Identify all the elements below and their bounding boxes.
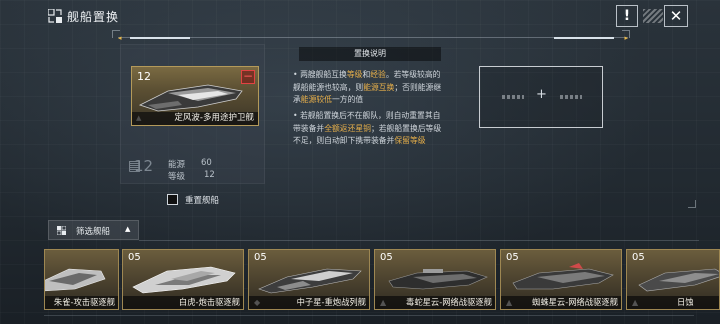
ship-name: 中子星-重炮战列舰	[249, 296, 369, 309]
slot-decoration-right	[560, 95, 582, 99]
level-label: 等级	[168, 172, 186, 182]
ship-name: 日蚀	[627, 296, 719, 309]
ship-image	[258, 268, 362, 294]
explanation-paragraph-2: • 若舰船置换后不在舰队，则自动重置其自带装备并全额返还星铜；若舰船置换后等级不…	[293, 111, 442, 145]
reset-ship-checkbox[interactable]	[167, 194, 178, 205]
filter-icon	[57, 226, 66, 235]
ship-name: 定风波-多用途护卫舰	[132, 112, 258, 125]
big-level: 12	[134, 157, 154, 175]
ship-image	[132, 266, 236, 294]
divider	[44, 315, 694, 316]
ship-card[interactable]: 05 ▲ 蜘蛛星云-网络战驱逐舰	[500, 249, 622, 310]
frame-corner	[622, 30, 630, 38]
frame-corner	[112, 30, 120, 38]
target-ship-slot[interactable]: +	[479, 66, 603, 128]
reset-ship-label[interactable]: 重置舰船	[185, 194, 219, 206]
ship-card[interactable]: 05 ▲ 毒蛇星云-网络战驱逐舰	[374, 249, 496, 310]
ship-image	[45, 268, 106, 292]
ship-name: 朱雀-攻击驱逐舰	[45, 296, 118, 309]
track-highlight-left	[130, 37, 190, 39]
header: 舰船置换 ! ✕	[0, 0, 720, 32]
divider	[139, 240, 699, 241]
page-title: 舰船置换	[67, 10, 120, 24]
explanation-title: 置换说明	[299, 47, 441, 61]
add-icon: +	[536, 87, 547, 102]
energy-value: 60	[201, 158, 212, 168]
filter-label: 筛选舰船	[76, 227, 111, 237]
ship-image	[388, 269, 488, 290]
ship-card[interactable]: 05 白虎-炮击驱逐舰	[122, 249, 244, 310]
help-button[interactable]: !	[616, 5, 638, 27]
caret-up-icon: ▲	[125, 225, 131, 233]
track-highlight-right	[554, 37, 614, 39]
slot-decoration-left	[502, 95, 524, 99]
swap-icon	[48, 9, 62, 23]
ship-image	[138, 84, 243, 112]
level-value: 12	[204, 170, 215, 180]
selected-ship-card[interactable]: 12 − ▲ 定风波-多用途护卫舰	[131, 66, 259, 126]
ship-image	[638, 268, 719, 292]
ship-name: 毒蛇星云-网络战驱逐舰	[375, 296, 495, 309]
frame-corner	[688, 200, 696, 208]
energy-label: 能源	[168, 160, 186, 170]
track-line	[118, 37, 628, 38]
ship-name: 蜘蛛星云-网络战驱逐舰	[501, 296, 621, 309]
filter-ships-dropdown[interactable]: 筛选舰船 ▲	[48, 220, 139, 240]
explanation-panel: 置换说明 • 两艘舰船互换等级和经验。若等级较高的舰船能源也较高，则能源互换；否…	[289, 47, 441, 165]
ship-list: 朱雀-攻击驱逐舰 05 白虎-炮击驱逐舰 05 ◆ 中子星-重炮战列舰 05 ▲…	[44, 249, 720, 311]
explanation-paragraph-1: • 两艘舰船互换等级和经验。若等级较高的舰船能源也较高，则能源互换；否则能源继承…	[293, 70, 442, 104]
ship-name: 白虎-炮击驱逐舰	[123, 296, 243, 309]
decorative-stripes	[643, 9, 663, 23]
close-button[interactable]: ✕	[664, 5, 688, 27]
ship-card[interactable]: 朱雀-攻击驱逐舰	[44, 249, 119, 310]
ship-card[interactable]: 05 ◆ 中子星-重炮战列舰	[248, 249, 370, 310]
ship-image	[512, 263, 614, 290]
progress-track: ◂ ▸	[118, 34, 628, 42]
ship-card[interactable]: 05 ▲ 日蚀	[626, 249, 720, 310]
